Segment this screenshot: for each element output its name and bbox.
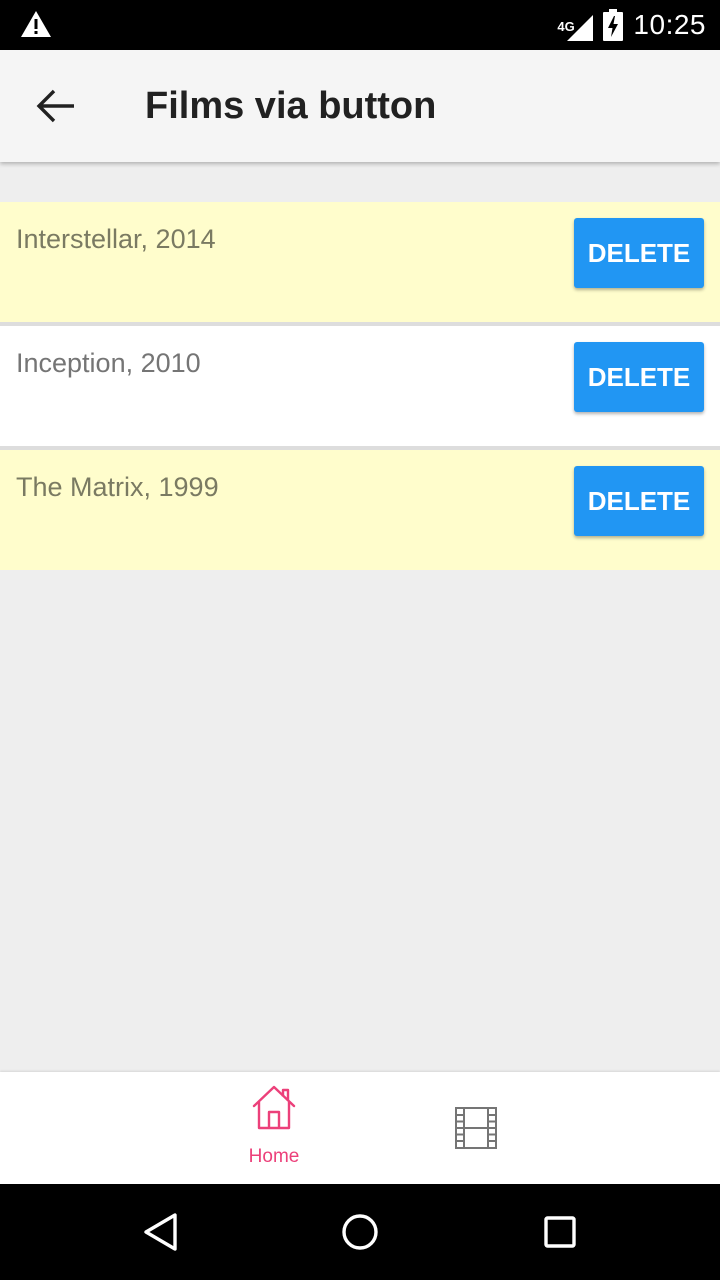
page-title: Films via button (145, 85, 437, 127)
delete-button[interactable]: DELETE (574, 466, 704, 536)
nav-item-home[interactable]: Home (214, 1072, 334, 1184)
back-button[interactable] (28, 78, 84, 134)
clock: 10:25 (633, 9, 706, 40)
film-title: Interstellar, 2014 (16, 224, 216, 254)
home-icon (250, 1084, 298, 1132)
nav-item-films[interactable] (416, 1072, 536, 1184)
film-icon (452, 1104, 500, 1152)
status-bar: 4G 10:25 (0, 0, 720, 50)
film-title: The Matrix, 1999 (16, 472, 219, 502)
app-bar: Films via button (0, 50, 720, 162)
film-list: Interstellar, 2014 DELETE Inception, 201… (0, 202, 720, 570)
system-recents-button[interactable] (536, 1208, 584, 1256)
bottom-navigation: Home (0, 1072, 720, 1184)
delete-button[interactable]: DELETE (574, 342, 704, 412)
system-home-button[interactable] (336, 1208, 384, 1256)
nav-label-home: Home (248, 1146, 300, 1167)
battery-charging-icon (603, 9, 624, 41)
film-row: The Matrix, 1999 DELETE (0, 450, 720, 570)
recents-square-icon (544, 1216, 576, 1248)
status-indicators: 4G 10:25 (557, 0, 706, 50)
signal-icon (567, 15, 594, 41)
home-circle-icon (342, 1214, 378, 1250)
system-navigation-bar (0, 1184, 720, 1280)
system-back-button[interactable] (136, 1208, 184, 1256)
film-title: Inception, 2010 (16, 348, 201, 378)
back-triangle-icon (144, 1213, 177, 1251)
warning-icon (21, 11, 51, 37)
signal-indicator: 4G (557, 9, 594, 41)
film-row: Inception, 2010 DELETE (0, 326, 720, 450)
delete-button[interactable]: DELETE (574, 218, 704, 288)
film-row: Interstellar, 2014 DELETE (0, 202, 720, 326)
arrow-back-icon (36, 89, 74, 123)
